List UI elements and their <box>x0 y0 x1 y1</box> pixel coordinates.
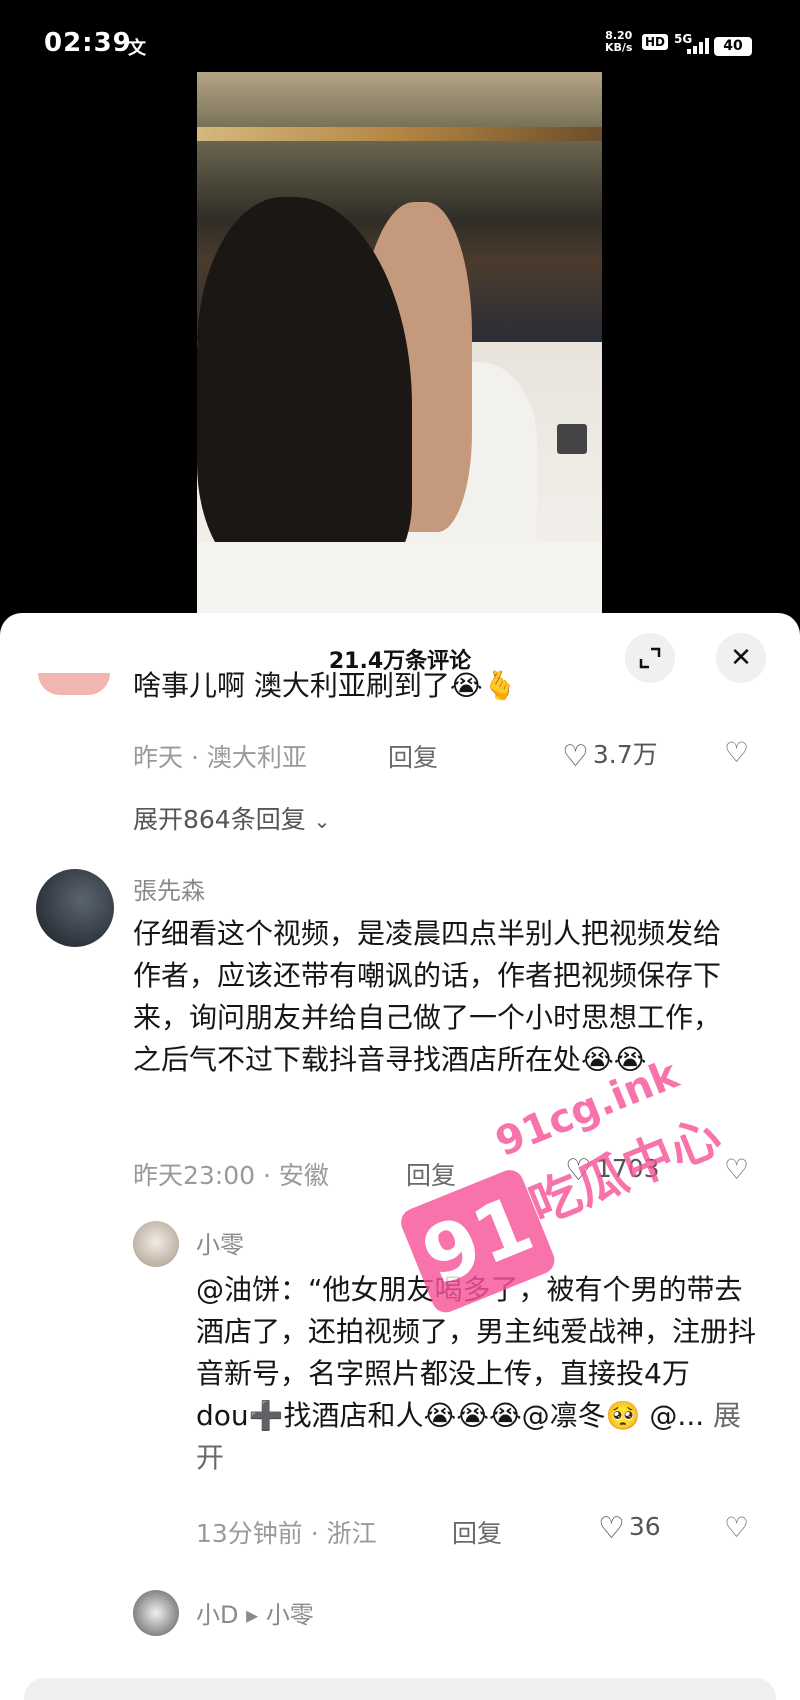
video-player[interactable] <box>0 70 800 632</box>
net-speed-unit: KB/s <box>605 41 633 54</box>
meta-separator: · <box>310 1519 327 1548</box>
comments-panel: 21.4万条评论 ✕ 啥事儿啊 澳大利亚刷到了😭🫰 昨天 · 澳大利亚 回复 ♡… <box>0 613 800 1700</box>
reply-time: 13分钟前 <box>196 1519 303 1548</box>
reply-button[interactable]: 回复 <box>406 1156 456 1192</box>
battery-icon: 40 <box>714 37 752 56</box>
reply-arrow-icon: ▸ <box>246 1601 259 1629</box>
dislike-broken-heart-icon[interactable]: ♡ <box>724 736 749 769</box>
avatar[interactable] <box>38 673 110 695</box>
heart-icon: ♡ <box>598 1511 625 1546</box>
comment-author[interactable]: 張先森 <box>133 871 205 906</box>
heart-icon: ♡ <box>565 1153 592 1188</box>
avatar[interactable] <box>133 1590 179 1636</box>
status-bar: 02:39 文 8.20 KB/s HD 5G 40 <box>0 0 800 70</box>
meta-separator: · <box>263 1161 279 1190</box>
dislike-broken-heart-icon[interactable]: ♡ <box>724 1153 749 1186</box>
comment-location: 澳大利亚 <box>206 743 307 772</box>
status-time: 02:39 <box>44 28 132 58</box>
reply-meta: 13分钟前 · 浙江 <box>196 1514 377 1550</box>
avatar[interactable] <box>133 1221 179 1267</box>
comment-meta: 昨天23:00 · 安徽 <box>133 1156 329 1192</box>
like-count: 1703 <box>595 1154 660 1183</box>
reply-button[interactable]: 回复 <box>452 1514 502 1550</box>
like-button[interactable]: ♡ 36 <box>598 1511 661 1546</box>
comment-time: 昨天23:00 <box>133 1161 256 1190</box>
comment-meta: 昨天 · 澳大利亚 <box>133 738 307 774</box>
reply-text-body: @油饼：“他女朋友喝多了，被有个男的带去酒店了，还拍视频了，男主纯爱战神，注册抖… <box>196 1273 757 1432</box>
comment-input-bar[interactable] <box>24 1678 776 1700</box>
reply-to-name: 小零 <box>265 1601 314 1629</box>
avatar[interactable] <box>36 869 114 947</box>
reply-author-name: 小D <box>196 1601 239 1629</box>
like-button[interactable]: ♡ 3.7万 <box>562 735 658 774</box>
reply-text: @油饼：“他女朋友喝多了，被有个男的带去酒店了，还拍视频了，男主纯爱战神，注册抖… <box>196 1269 756 1479</box>
heart-icon: ♡ <box>562 739 589 774</box>
like-count: 3.7万 <box>592 740 658 769</box>
like-count: 36 <box>628 1512 661 1541</box>
reply-author[interactable]: 小D ▸ 小零 <box>196 1595 314 1630</box>
video-bridge-lights <box>197 127 602 141</box>
comment-time: 昨天 <box>133 743 184 772</box>
expand-replies-label: 展开864条回复 <box>133 805 306 834</box>
like-button[interactable]: ♡ 1703 <box>565 1153 660 1188</box>
net-speed: 8.20 KB/s <box>605 30 632 54</box>
reply-location: 浙江 <box>326 1519 377 1548</box>
dislike-broken-heart-icon[interactable]: ♡ <box>724 1511 749 1544</box>
comment-location: 安徽 <box>278 1161 329 1190</box>
ime-indicator-icon: 文 <box>128 38 146 59</box>
chevron-down-icon: ⌄ <box>313 809 331 833</box>
reply-author[interactable]: 小零 <box>196 1225 244 1260</box>
reply-button[interactable]: 回复 <box>388 738 438 774</box>
comment-text: 啥事儿啊 澳大利亚刷到了😭🫰 <box>133 669 518 702</box>
video-light-switch <box>557 424 587 454</box>
hd-badge: HD <box>642 34 669 50</box>
expand-replies-link[interactable]: 展开864条回复 ⌄ <box>133 800 330 836</box>
comment-text: 仔细看这个视频，是凌晨四点半别人把视频发给作者，应该还带有嘲讽的话，作者把视频保… <box>133 917 722 1076</box>
meta-separator: · <box>190 743 207 772</box>
signal-icon <box>687 38 709 54</box>
video-frame[interactable] <box>197 72 602 632</box>
